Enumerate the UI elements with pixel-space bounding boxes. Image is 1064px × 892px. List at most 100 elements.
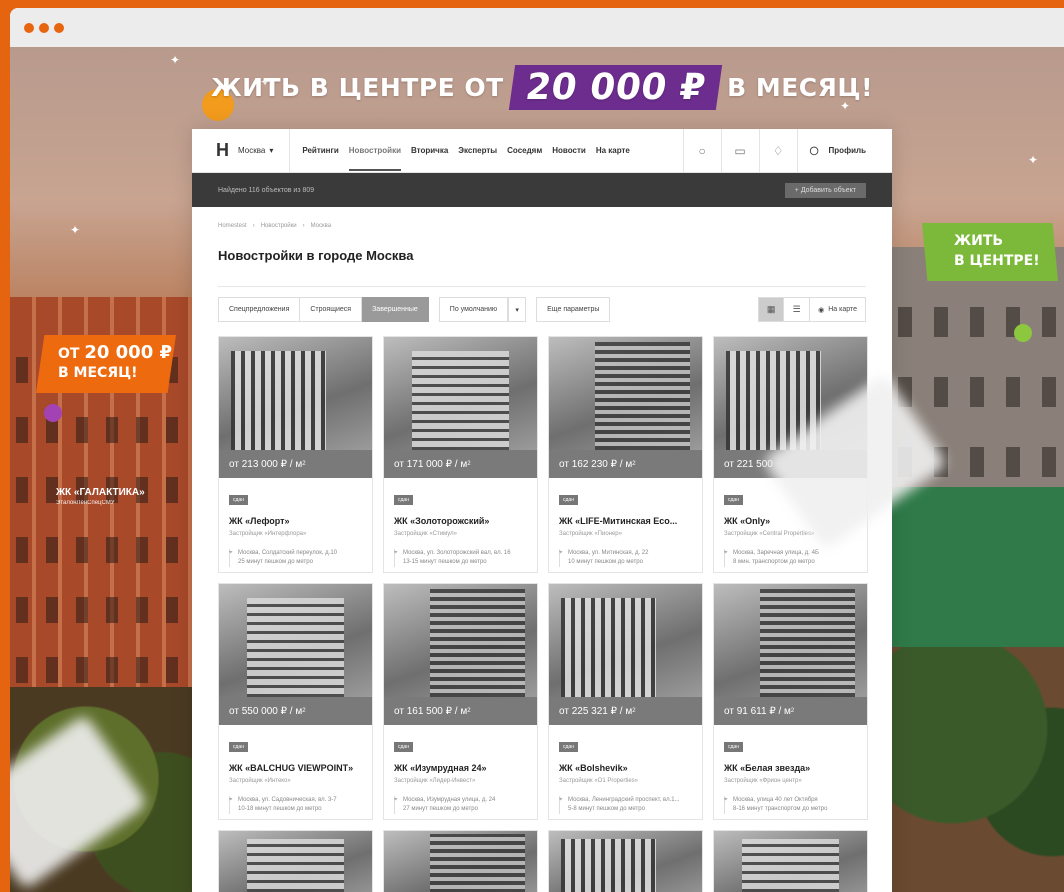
listing-card[interactable] [713, 830, 868, 892]
site-logo[interactable]: Н [216, 140, 236, 161]
address-text: Москва, Солдатский переулок, д.10 [238, 550, 338, 556]
listing-developer: Застройщик «Пионер» [559, 531, 622, 537]
listing-card[interactable] [383, 830, 538, 892]
more-params-button[interactable]: Еще параметры [536, 297, 611, 322]
listing-photo[interactable] [549, 584, 702, 697]
listing-price: от 91 611 ₽ / м2 [714, 697, 867, 725]
promo-tail: В МЕСЯЦ! [727, 73, 874, 102]
tab-completed[interactable]: Завершенные [362, 297, 429, 322]
side-caption: ЖК «ГАЛАКТИКА» ЭталонЛенСпецСМУ [56, 487, 145, 506]
listing-name[interactable]: ЖК «Изумрудная 24» [394, 763, 527, 773]
city-selector[interactable]: Москва ▾ [238, 146, 273, 155]
main-nav: Рейтинги Новостройки Вторичка Эксперты С… [302, 146, 630, 171]
list-view-icon[interactable]: ☰ [784, 297, 811, 322]
add-object-button[interactable]: + Добавить объект [784, 182, 866, 198]
listing-card[interactable]: от 213 000 ₽ / м2 сдан ЖК «Лефорт» Застр… [218, 336, 373, 573]
caret-down-icon: ▾ [269, 146, 274, 155]
search-icon[interactable]: ○ [682, 128, 721, 173]
listing-name[interactable]: ЖК «Bolshevik» [559, 763, 692, 773]
listing-address: ⌖ Москва, Заречная улица, д. 4Б 8 мин. т… [724, 549, 857, 567]
listing-card[interactable]: от 91 611 ₽ / м2 сдан ЖК «Белая звезда» … [713, 583, 868, 820]
grid-view-icon[interactable]: ▦ [758, 297, 785, 322]
profile-link[interactable]: ◯ Профиль [796, 128, 892, 173]
listing-name[interactable]: ЖК «LIFE-Митинская Есо... [559, 516, 692, 526]
breadcrumb-home[interactable]: Homestest [218, 223, 247, 229]
listing-card[interactable]: от 162 230 ₽ / м2 сдан ЖК «LIFE-Митинска… [548, 336, 703, 573]
listing-photo[interactable] [384, 831, 537, 892]
nav-new-buildings[interactable]: Новостройки [348, 146, 401, 171]
badge-price: 20 000 ₽ [84, 342, 173, 363]
listing-photo[interactable] [219, 337, 372, 450]
price-badge-left: ОТ 20 000 ₽ В МЕСЯЦ! [36, 335, 176, 393]
tab-under-construction[interactable]: Строящиеся [300, 297, 363, 322]
listing-name[interactable]: ЖК «Золоторожский» [394, 516, 527, 526]
listing-card[interactable]: от 550 000 ₽ / м2 сдан ЖК «BALCHUG VIEWP… [218, 583, 373, 820]
listing-photo[interactable] [714, 584, 867, 697]
listing-card[interactable] [548, 830, 703, 892]
listing-card[interactable]: от 161 500 ₽ / м2 сдан ЖК «Изумрудная 24… [383, 583, 538, 820]
listing-price: от 161 500 ₽ / м2 [384, 697, 537, 725]
listing-card[interactable]: от 171 000 ₽ / м2 сдан ЖК «Золоторожский… [383, 336, 538, 573]
listing-card[interactable]: от 225 321 ₽ / м2 сдан ЖК «Bolshevik» За… [548, 583, 703, 820]
status-badge: сдан [394, 742, 413, 752]
nav-experts[interactable]: Эксперты [458, 146, 497, 155]
listing-address: ⌖ Москва, Солдатский переулок, д.10 25 м… [229, 549, 362, 567]
listing-developer: Застройщик «Стимул» [394, 531, 457, 537]
caret-down-icon[interactable]: ▾ [508, 297, 527, 322]
profile-label: Профиль [828, 146, 866, 155]
listing-photo[interactable] [384, 337, 537, 450]
pin-icon: ⌖ [394, 550, 398, 556]
tab-special-offers[interactable]: Спецпредложения [218, 297, 301, 322]
nav-map[interactable]: На карте [596, 146, 630, 155]
decor-dot-icon [1014, 324, 1032, 342]
transit-text: 10-18 минут пешком до метро [238, 806, 322, 812]
listing-name[interactable]: ЖК «Лефорт» [229, 516, 362, 526]
listing-photo[interactable] [549, 831, 702, 892]
badge-right-line1: ЖИТЬ [954, 233, 1004, 249]
breadcrumb-new-buildings[interactable]: Новостройки [261, 223, 297, 229]
nav-news[interactable]: Новости [552, 146, 586, 155]
listing-photo[interactable] [549, 337, 702, 450]
pin-icon: ⌖ [229, 797, 233, 803]
window-dot-icon[interactable] [54, 22, 64, 33]
pin-icon: ⌖ [394, 797, 398, 803]
sort-value[interactable]: По умолчанию [438, 297, 509, 322]
listing-price: от 162 230 ₽ / м2 [549, 450, 702, 478]
nav-neighbors[interactable]: Соседям [507, 146, 542, 155]
listing-name[interactable]: ЖК «Белая звезда» [724, 763, 857, 773]
status-badge: сдан [229, 742, 248, 752]
pin-icon: ⌖ [229, 550, 233, 556]
status-badge: сдан [724, 742, 743, 752]
listing-developer: Застройщик «О1 Properties» [559, 778, 639, 784]
nav-ratings[interactable]: Рейтинги [302, 146, 338, 155]
promo-badge-right: ЖИТЬ В ЦЕНТРЕ! [922, 223, 1058, 281]
address-text: Москва, Заречная улица, д. 4Б [733, 550, 819, 556]
promo-lead: ЖИТЬ В ЦЕНТРЕ ОТ [210, 73, 504, 102]
listing-address: ⌖ Москва, ул. Митинская, д. 22 10 минут … [559, 549, 692, 567]
listing-photo[interactable] [219, 584, 372, 697]
map-view-label: На карте [828, 306, 857, 313]
top-navigation: Н Москва ▾ Рейтинги Новостройки Вторичка… [192, 128, 892, 173]
window-dot-icon[interactable] [39, 22, 49, 33]
decor-dot-icon [44, 404, 62, 422]
pin-icon: ⌖ [724, 550, 728, 556]
pin-icon: ⌖ [559, 550, 563, 556]
listing-photo[interactable] [219, 831, 372, 892]
listing-name[interactable]: ЖК «BALCHUG VIEWPOINT» [229, 763, 362, 773]
listing-photo[interactable] [714, 831, 867, 892]
bell-icon[interactable]: ♢ [758, 128, 797, 173]
status-badge: сдан [559, 742, 578, 752]
chat-icon[interactable]: ▭ [720, 128, 759, 173]
listing-card[interactable] [218, 830, 373, 892]
address-text: Москва, ул. Золоторожский вал, вл. 16 [403, 550, 511, 556]
nav-secondary[interactable]: Вторичка [411, 146, 448, 155]
promo-price: 20 000 ₽ [508, 65, 723, 110]
window-dot-icon[interactable] [24, 22, 34, 33]
listing-photo[interactable] [384, 584, 537, 697]
map-view-button[interactable]: ◉ На карте [810, 297, 866, 322]
browser-titlebar [10, 8, 1064, 47]
side-caption-subtitle: ЭталонЛенСпецСМУ [56, 500, 115, 506]
sparkle-icon: ✦ [1028, 153, 1039, 167]
promo-headline: ЖИТЬ В ЦЕНТРЕ ОТ 20 000 ₽ В МЕСЯЦ! [10, 65, 1064, 110]
sort-select[interactable]: По умолчанию ▾ [438, 297, 527, 322]
